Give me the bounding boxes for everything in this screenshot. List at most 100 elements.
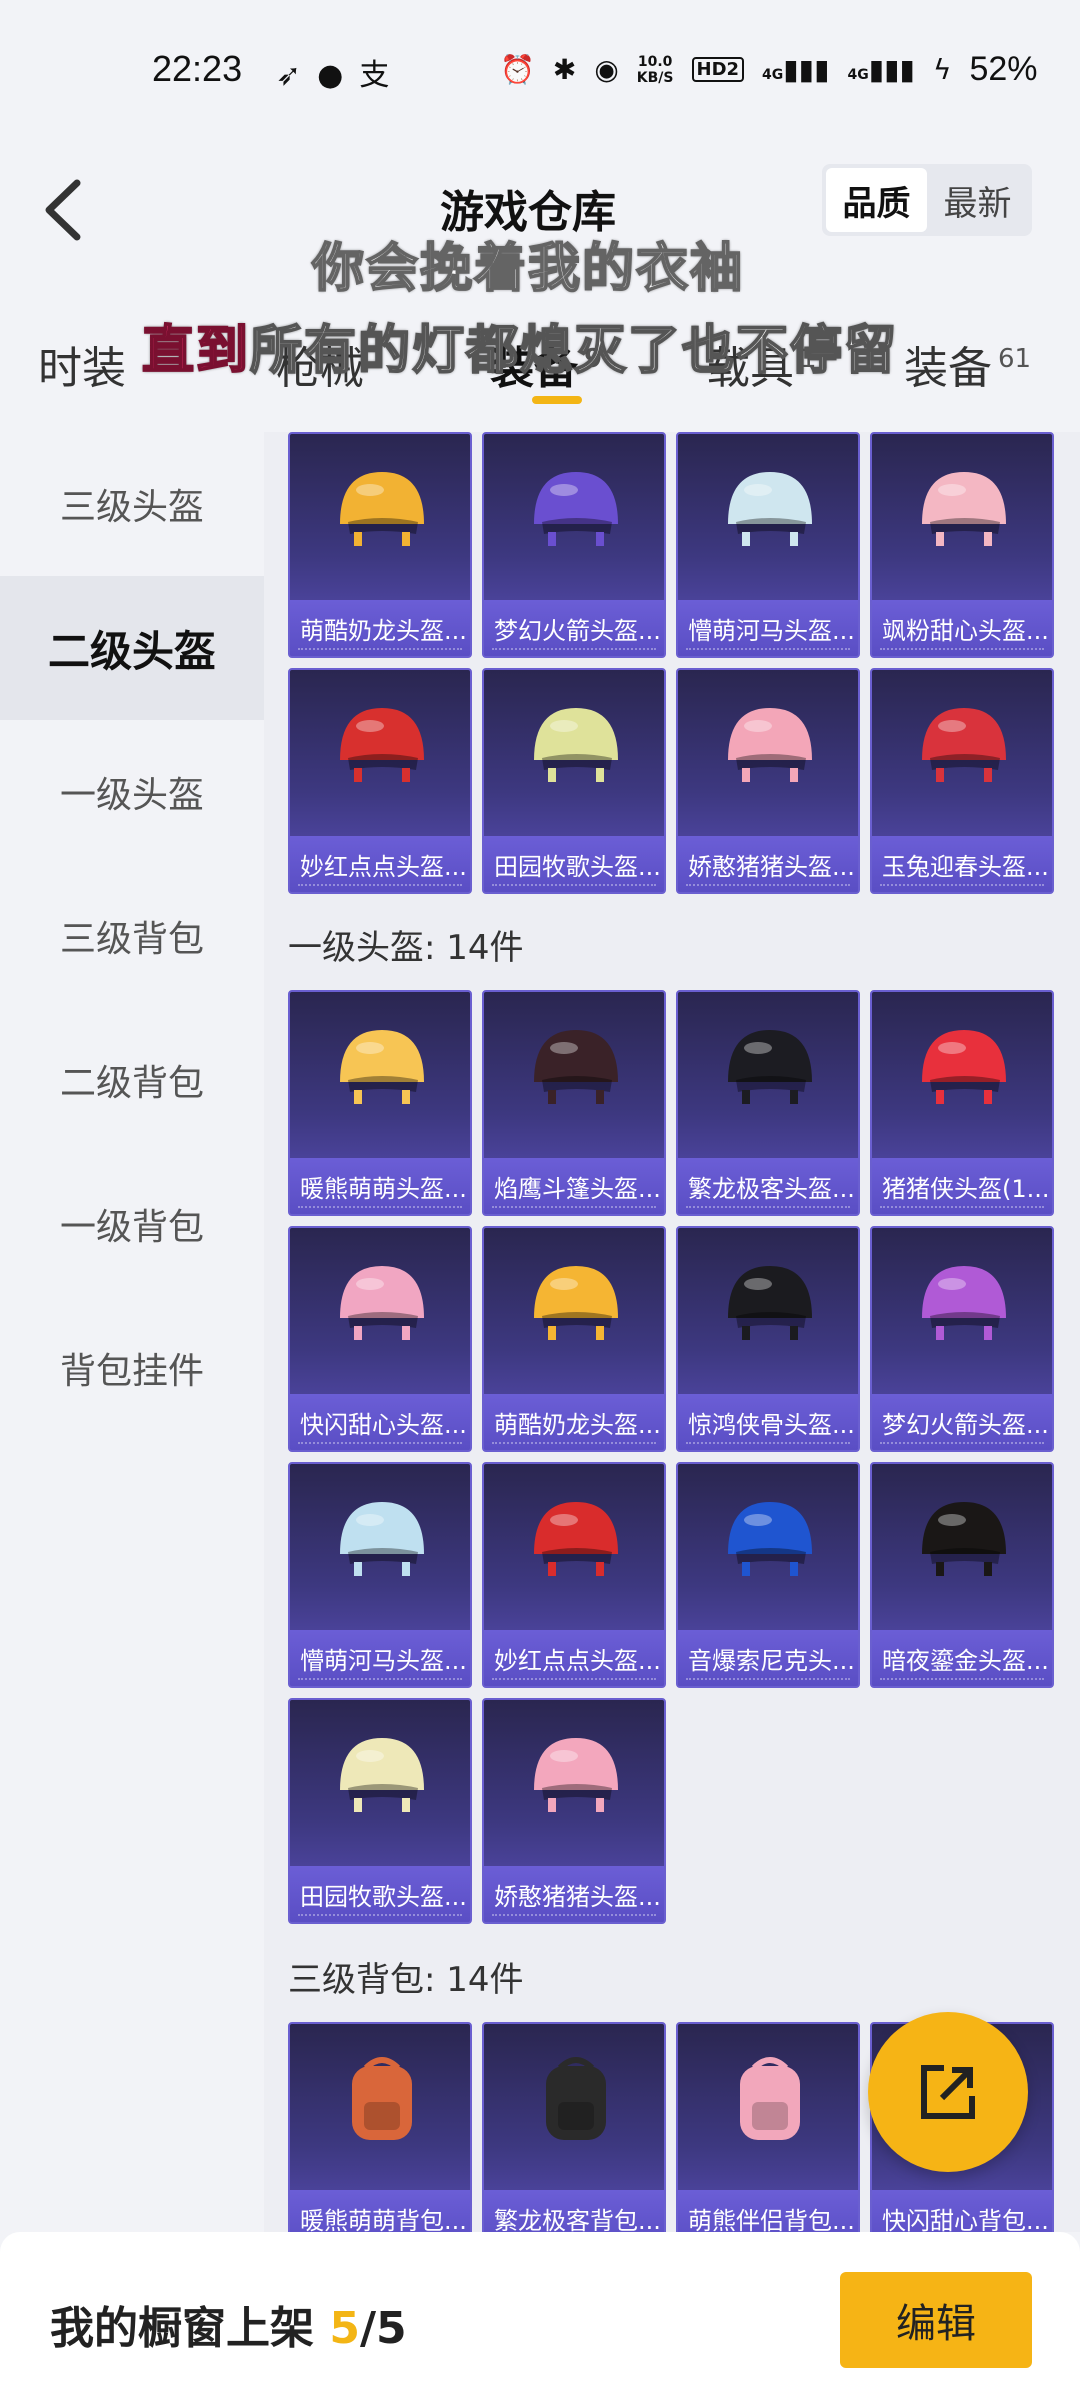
item-card[interactable]: 萌酷奶龙头盔... bbox=[482, 1226, 666, 1452]
item-card[interactable]: 猪猪侠头盔(1... bbox=[870, 990, 1054, 1216]
helmet-icon bbox=[728, 708, 812, 782]
helmet-icon bbox=[728, 1266, 812, 1340]
signal-icon-1: 4G▮▮▮ bbox=[762, 53, 830, 86]
alipay-icon: 支 bbox=[359, 58, 406, 93]
item-card-label: 快闪甜心头盔... bbox=[290, 1394, 470, 1450]
item-card-label: 懵萌河马头盔... bbox=[290, 1630, 470, 1686]
item-card-label: 萌酷奶龙头盔... bbox=[290, 600, 470, 656]
item-card[interactable]: 妙红点点头盔... bbox=[482, 1462, 666, 1688]
item-card-label: 萌酷奶龙头盔... bbox=[484, 1394, 664, 1450]
app-notification-icon: ➶ bbox=[276, 58, 318, 93]
back-arrow-icon bbox=[45, 179, 81, 241]
active-tab-indicator bbox=[532, 396, 582, 404]
sort-quality[interactable]: 品质 bbox=[826, 168, 927, 232]
item-card[interactable]: 暖熊萌萌背包... bbox=[288, 2022, 472, 2232]
item-card-label: 娇憨猪猪头盔... bbox=[678, 836, 858, 892]
share-out-icon bbox=[921, 2065, 975, 2119]
item-card[interactable]: 暗夜鎏金头盔... bbox=[870, 1462, 1054, 1688]
status-icons: ⏰ ✱ ◉ 10.0 KB/S HD2 4G▮▮▮ 4G▮▮▮ ϟ 52% bbox=[500, 50, 1038, 89]
item-card-label: 田园牧歌头盔... bbox=[290, 1866, 470, 1922]
item-card[interactable]: 玉兔迎春头盔... bbox=[870, 668, 1054, 894]
notification-icons: ➶●支 bbox=[276, 50, 405, 94]
sidebar-item-bag-3[interactable]: 三级背包 bbox=[0, 864, 264, 1008]
item-card[interactable]: 繁龙极客头盔... bbox=[676, 990, 860, 1216]
item-card-label: 暖熊萌萌头盔... bbox=[290, 1158, 470, 1214]
helmet-icon bbox=[340, 708, 424, 782]
helmet-icon bbox=[728, 472, 812, 546]
helmet-icon bbox=[534, 472, 618, 546]
tab-equipment[interactable]: 装备 61 bbox=[904, 332, 1031, 396]
item-card[interactable]: 懵萌河马头盔... bbox=[288, 1462, 472, 1688]
sidebar-item-helmet-2[interactable]: 二级头盔 bbox=[0, 576, 264, 720]
lyric-line-1: 你会挽着我的衣袖 bbox=[311, 238, 745, 300]
helmet-icon bbox=[534, 1738, 618, 1812]
item-card-label: 妙红点点头盔... bbox=[484, 1630, 664, 1686]
helmet-icon bbox=[922, 472, 1006, 546]
lyric-rest: 所有的灯都熄灭了也不停留 bbox=[249, 320, 899, 382]
item-card[interactable]: 萌熊伴侣背包... bbox=[676, 2022, 860, 2232]
section-title-bag-3: 三级背包: 14件 bbox=[288, 1960, 524, 2000]
item-card[interactable]: 惊鸿侠骨头盔... bbox=[676, 1226, 860, 1452]
item-card-label: 玉兔迎春头盔... bbox=[872, 836, 1052, 892]
item-card[interactable]: 飒粉甜心头盔... bbox=[870, 432, 1054, 658]
edit-button[interactable]: 编辑 bbox=[840, 2272, 1032, 2368]
item-card-label: 惊鸿侠骨头盔... bbox=[678, 1394, 858, 1450]
helmet-icon bbox=[728, 1502, 812, 1576]
item-card[interactable]: 懵萌河马头盔... bbox=[676, 432, 860, 658]
level1-helmet-grid: 暖熊萌萌头盔... 焰鹰斗篷头盔... 繁龙极客头盔... 猪猪侠头盔(1... 快闪甜… bbox=[288, 990, 1054, 1924]
item-card[interactable]: 萌酷奶龙头盔... bbox=[288, 432, 472, 658]
item-card-label: 音爆索尼克头... bbox=[678, 1630, 858, 1686]
sidebar-item-bag-2[interactable]: 二级背包 bbox=[0, 1008, 264, 1152]
battery-level: 52% bbox=[969, 50, 1038, 88]
item-card-label: 田园牧歌头盔... bbox=[484, 836, 664, 892]
item-card[interactable]: 田园牧歌头盔... bbox=[482, 668, 666, 894]
status-bar: 22:23 ➶●支 ⏰ ✱ ◉ 10.0 KB/S HD2 4G▮▮▮ 4G▮▮▮… bbox=[0, 0, 1080, 140]
item-card[interactable]: 暖熊萌萌头盔... bbox=[288, 990, 472, 1216]
helmet-icon bbox=[922, 1502, 1006, 1576]
helmet-icon bbox=[534, 1030, 618, 1104]
item-card-label: 萌熊伴侣背包... bbox=[678, 2190, 858, 2232]
backpack-icon bbox=[546, 2057, 606, 2140]
item-card[interactable]: 娇憨猪猪头盔... bbox=[676, 668, 860, 894]
showcase-current: 5 bbox=[329, 2303, 360, 2354]
item-card[interactable]: 快闪甜心头盔... bbox=[288, 1226, 472, 1452]
share-button[interactable] bbox=[868, 2012, 1028, 2172]
sort-toggle: 品质 最新 bbox=[822, 164, 1032, 236]
item-card[interactable]: 梦幻火箭头盔... bbox=[870, 1226, 1054, 1452]
location-icon: ◉ bbox=[594, 53, 619, 86]
item-card-label: 猪猪侠头盔(1... bbox=[872, 1158, 1052, 1214]
item-card[interactable]: 繁龙极客背包... bbox=[482, 2022, 666, 2232]
back-button[interactable] bbox=[28, 170, 98, 250]
signal-icon-2: 4G▮▮▮ bbox=[847, 53, 915, 86]
sidebar-item-helmet-1[interactable]: 一级头盔 bbox=[0, 720, 264, 864]
item-card-label: 娇憨猪猪头盔... bbox=[484, 1866, 664, 1922]
tab-fashion[interactable]: 时装 bbox=[38, 332, 126, 396]
alarm-icon: ⏰ bbox=[500, 53, 535, 86]
helmet-icon bbox=[534, 1502, 618, 1576]
helmet-icon bbox=[922, 1266, 1006, 1340]
item-card[interactable]: 焰鹰斗篷头盔... bbox=[482, 990, 666, 1216]
item-card-label: 梦幻火箭头盔... bbox=[872, 1394, 1052, 1450]
sidebar-item-bag-pendant[interactable]: 背包挂件 bbox=[0, 1296, 264, 1440]
wechat-icon: ● bbox=[317, 58, 360, 93]
item-card[interactable]: 田园牧歌头盔... bbox=[288, 1698, 472, 1924]
item-card[interactable]: 梦幻火箭头盔... bbox=[482, 432, 666, 658]
item-card[interactable]: 音爆索尼克头... bbox=[676, 1462, 860, 1688]
sidebar-item-helmet-3[interactable]: 三级头盔 bbox=[0, 432, 264, 576]
backpack-icon bbox=[740, 2057, 800, 2140]
helmet-icon bbox=[340, 1266, 424, 1340]
sort-newest[interactable]: 最新 bbox=[927, 168, 1028, 232]
item-card-label: 妙红点点头盔... bbox=[290, 836, 470, 892]
item-card-label: 焰鹰斗篷头盔... bbox=[484, 1158, 664, 1214]
sidebar-item-bag-1[interactable]: 一级背包 bbox=[0, 1152, 264, 1296]
section-title-helmet-1: 一级头盔: 14件 bbox=[288, 928, 524, 968]
item-card[interactable]: 妙红点点头盔... bbox=[288, 668, 472, 894]
helmet-icon bbox=[340, 1738, 424, 1812]
helmet-icon bbox=[534, 1266, 618, 1340]
item-card[interactable]: 娇憨猪猪头盔... bbox=[482, 1698, 666, 1924]
item-card-label: 梦幻火箭头盔... bbox=[484, 600, 664, 656]
charging-icon: ϟ bbox=[932, 53, 952, 86]
item-card-label: 飒粉甜心头盔... bbox=[872, 600, 1052, 656]
network-speed: 10.0 KB/S bbox=[636, 53, 674, 86]
item-list[interactable]: 萌酷奶龙头盔... 梦幻火箭头盔... 懵萌河马头盔... 飒粉甜心头盔... 妙红点点… bbox=[264, 432, 1080, 2232]
